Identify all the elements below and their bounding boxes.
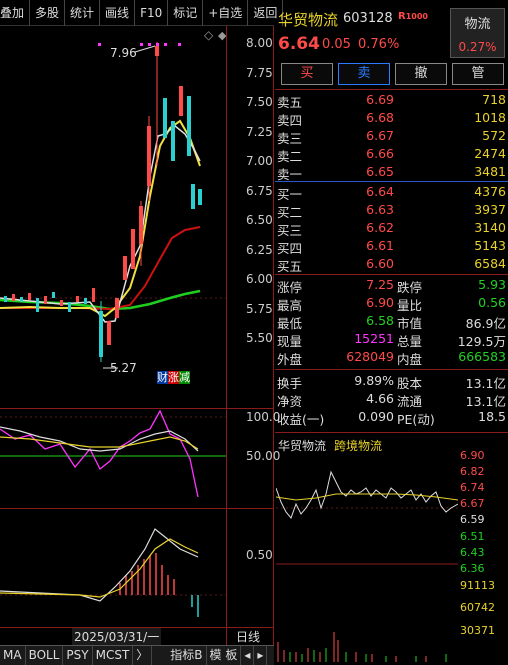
mini-price-tick: 6.82 bbox=[460, 465, 485, 478]
price-axis-tick: 6.25 bbox=[246, 243, 273, 257]
bid-row-2[interactable]: 买二 6.63 3937 bbox=[275, 202, 508, 220]
scroll-right-icon[interactable]: ▸ bbox=[254, 646, 268, 665]
price-axis-tick: 5.75 bbox=[246, 302, 273, 316]
stats-row-volume: 现量 15251 总量 129.5万 bbox=[277, 331, 506, 349]
price-axis-tick: 6.00 bbox=[246, 272, 273, 286]
price-axis-tick: 6.75 bbox=[246, 184, 273, 198]
ask-row-3[interactable]: 卖三 6.67 572 bbox=[275, 128, 508, 146]
cancel-order-button[interactable]: 撤 bbox=[395, 63, 447, 85]
stats-row-nav: 净资 4.66 流通 13.1亿 bbox=[277, 391, 506, 409]
stats-row-limit: 涨停 7.25 跌停 5.93 bbox=[277, 277, 506, 295]
sector-box[interactable]: 物流 0.27% bbox=[450, 8, 505, 58]
toolbar-stats-button[interactable]: 统计 bbox=[65, 0, 101, 26]
rise-tag[interactable]: 涨 bbox=[168, 371, 179, 384]
price-line bbox=[276, 470, 458, 519]
ask-row-4[interactable]: 卖四 6.68 1018 bbox=[275, 110, 508, 128]
price-axis-tick: 7.00 bbox=[246, 154, 273, 168]
price-axis-tick: 7.50 bbox=[246, 95, 273, 109]
stats-row-turnover: 换手 9.89% 股本 13.1亿 bbox=[277, 373, 506, 391]
stats-row-high: 最高 6.90 量比 0.56 bbox=[277, 295, 506, 313]
toolbar-draw-button[interactable]: 画线 bbox=[100, 0, 136, 26]
intraday-chart[interactable] bbox=[276, 452, 458, 664]
tab-mcst[interactable]: MCST bbox=[93, 646, 134, 665]
bid-row-1[interactable]: 买一 6.64 4376 bbox=[275, 184, 508, 202]
finance-tag[interactable]: 财 bbox=[157, 371, 168, 384]
indicator-tab-bar: MA BOLL PSY MCST 〉 指标B 模 板 ◂ ▸ bbox=[0, 645, 274, 665]
bid-row-5[interactable]: 买五 6.60 6584 bbox=[275, 256, 508, 274]
stats-row-outer-inner: 外盘 628049 内盘 666583 bbox=[277, 349, 506, 367]
high-price-label: 7.96 bbox=[110, 46, 137, 60]
mini-price-tick: 6.51 bbox=[460, 530, 485, 543]
mini-price-tick: 6.43 bbox=[460, 546, 485, 559]
mini-vol-tick: 91113 bbox=[460, 579, 495, 592]
diamond-icon[interactable]: ◇ bbox=[204, 28, 214, 42]
bid-ask-divider bbox=[275, 181, 508, 182]
date-label: 2025/03/31/一 bbox=[72, 628, 162, 645]
settings-icon[interactable]: ◆ bbox=[218, 29, 226, 42]
price-change-pct: 0.76% bbox=[358, 37, 400, 52]
low-price-label: 5.27 bbox=[110, 361, 137, 375]
high-pointer bbox=[134, 45, 156, 53]
axis-divider bbox=[226, 26, 227, 646]
tab-psy[interactable]: PSY bbox=[63, 646, 93, 665]
ask-row-1[interactable]: 卖一 6.65 3481 bbox=[275, 164, 508, 182]
toolbar-multi-stock-button[interactable]: 多股 bbox=[30, 0, 66, 26]
toolbar-mark-button[interactable]: 标记 bbox=[168, 0, 204, 26]
volume-bars bbox=[277, 632, 427, 662]
manage-button[interactable]: 管 bbox=[452, 63, 504, 85]
current-price: 6.64 bbox=[278, 34, 320, 54]
sell-button[interactable]: 卖 bbox=[338, 63, 390, 85]
mini-vol-tick: 60742 bbox=[460, 601, 495, 614]
price-axis-tick: 5.50 bbox=[246, 331, 273, 345]
rating-badge: R1000 bbox=[398, 11, 428, 22]
price-axis-tick: 6.50 bbox=[246, 213, 273, 227]
ma10-line bbox=[0, 119, 201, 318]
buy-button[interactable]: 买 bbox=[281, 63, 333, 85]
stats-row-eps: 收益(一) 0.090 PE(动) 18.5 bbox=[277, 409, 506, 427]
price-axis-tick: 7.75 bbox=[246, 66, 273, 80]
indicator-tags[interactable]: 财涨减 bbox=[157, 371, 197, 385]
price-axis-tick: 7.25 bbox=[246, 125, 273, 139]
reduce-tag[interactable]: 减 bbox=[179, 371, 190, 384]
mini-vol-tick: 30371 bbox=[460, 624, 495, 637]
oscillator-chart[interactable] bbox=[0, 409, 226, 508]
tab-indicator-b[interactable]: 指标B bbox=[152, 646, 207, 665]
mini-price-tick: 6.67 bbox=[460, 497, 485, 510]
mini-price-tick: 6.74 bbox=[460, 481, 485, 494]
candles bbox=[4, 42, 202, 362]
mini-price-tick: 6.59 bbox=[460, 513, 485, 526]
toolbar-add-watch-button[interactable]: +自选 bbox=[203, 0, 249, 26]
macd-chart[interactable] bbox=[0, 509, 226, 627]
macd-axis-tick: 0.50 bbox=[246, 548, 273, 562]
tab-ma[interactable]: MA bbox=[0, 646, 26, 665]
bid-row-4[interactable]: 买四 6.61 5143 bbox=[275, 238, 508, 256]
toolbar-f10-button[interactable]: F10 bbox=[135, 0, 169, 26]
ask-row-5[interactable]: 卖五 6.69 718 bbox=[275, 92, 508, 110]
bid-row-3[interactable]: 买三 6.62 3140 bbox=[275, 220, 508, 238]
stock-name: 华贸物流 bbox=[278, 11, 339, 29]
mini-price-tick: 6.90 bbox=[460, 449, 485, 462]
stats-row-low: 最低 6.58 市值 86.9亿 bbox=[277, 313, 506, 331]
ask-row-2[interactable]: 卖二 6.66 2474 bbox=[275, 146, 508, 164]
sector-pct: 0.27% bbox=[458, 40, 497, 54]
osc-line-yellow bbox=[0, 436, 199, 450]
tab-template[interactable]: 模 板 bbox=[207, 646, 242, 665]
kline-chart[interactable]: 7.96 5.27 ◇ ◆ bbox=[0, 26, 226, 408]
tab-more-icon[interactable]: 〉 bbox=[133, 646, 153, 665]
mini-price-tick: 6.36 bbox=[460, 562, 485, 575]
tab-boll[interactable]: BOLL bbox=[26, 646, 64, 665]
stock-code: 603128 bbox=[343, 11, 393, 26]
price-axis-tick: 8.00 bbox=[246, 36, 273, 50]
sector-name: 物流 bbox=[464, 17, 491, 32]
chart-toolbar: 叠加 多股 统计 画线 F10 标记 +自选 返回 bbox=[0, 0, 284, 26]
price-change: 0.05 bbox=[322, 37, 351, 52]
period-label[interactable]: 日线 bbox=[236, 628, 260, 645]
quote-panel: 华贸物流 603128 R1000 6.64 0.05 0.76% 物流 0.2… bbox=[275, 0, 508, 437]
osc-line-magenta bbox=[0, 409, 199, 498]
scroll-left-icon[interactable]: ◂ bbox=[241, 646, 255, 665]
toolbar-overlay-button[interactable]: 叠加 bbox=[0, 0, 31, 26]
ma5-line bbox=[0, 125, 201, 323]
